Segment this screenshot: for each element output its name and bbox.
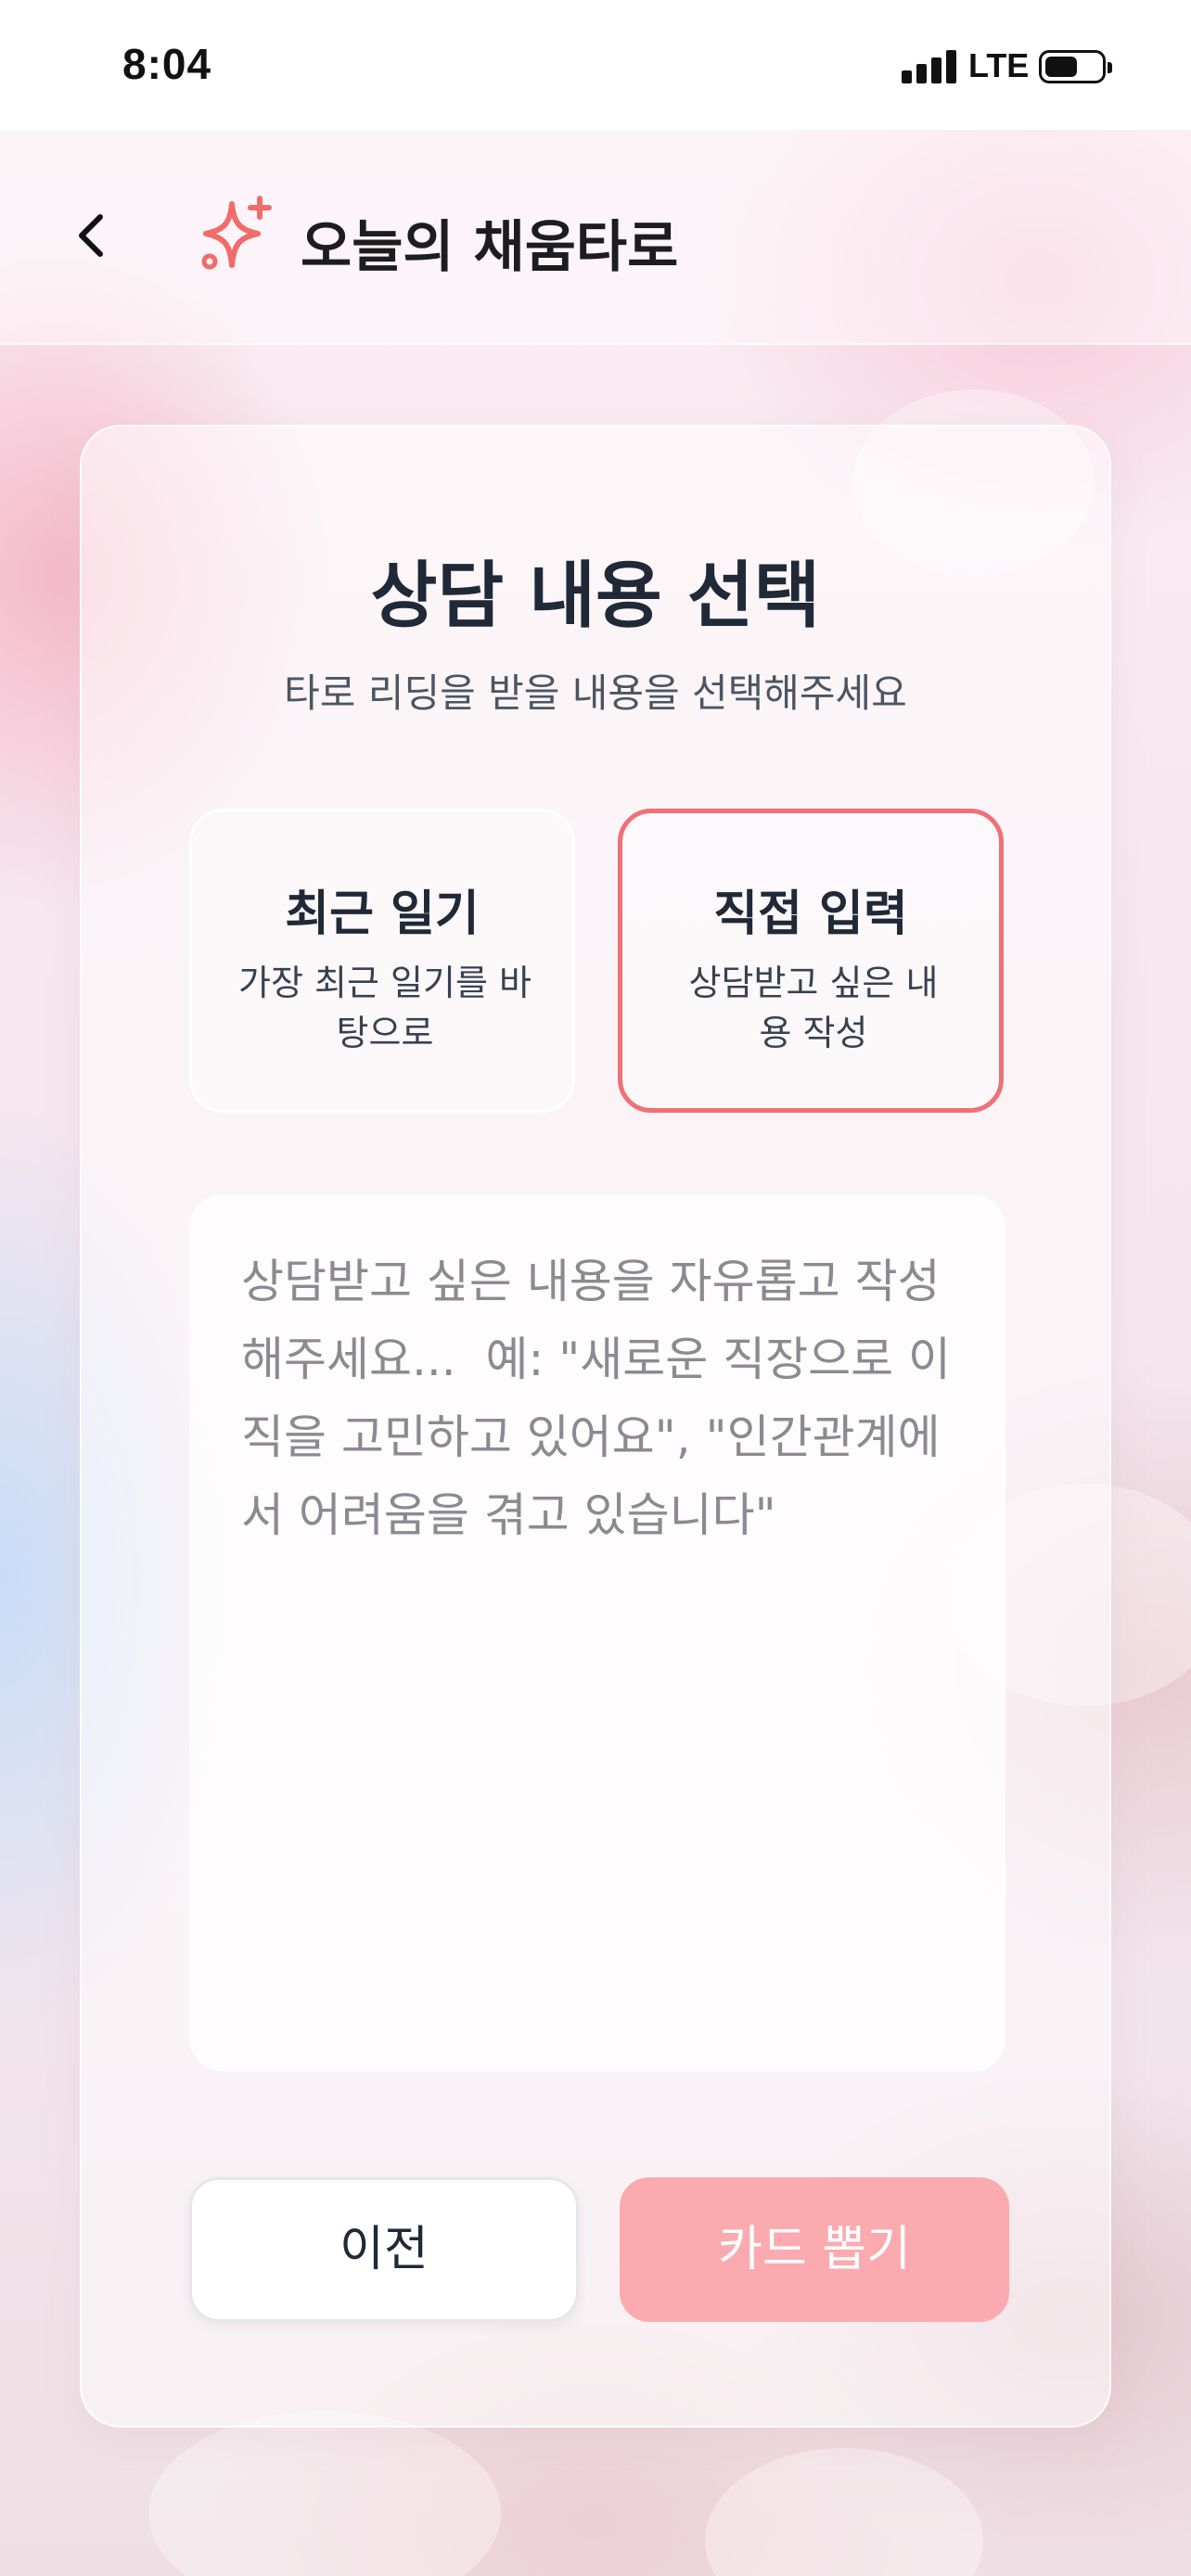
option-title: 최근 일기 <box>285 886 480 942</box>
option-direct-input[interactable]: 직접 입력 상담받고 싶은 내용 작성 <box>618 809 1004 1113</box>
option-recent-diary[interactable]: 최근 일기 가장 최근 일기를 바탕으로 <box>189 809 575 1113</box>
draw-cards-button[interactable]: 카드 뽑기 <box>620 2177 1009 2322</box>
status-bar: 8:04 LTE <box>0 0 1191 130</box>
signal-icon <box>902 48 959 83</box>
page-subtitle: 타로 리딩을 받을 내용을 선택해주세요 <box>284 670 907 716</box>
consultation-textarea[interactable] <box>189 1194 1005 2072</box>
back-button[interactable] <box>56 198 130 273</box>
page-title: 상담 내용 선택 <box>370 555 821 638</box>
status-time: 8:04 <box>122 40 212 88</box>
prev-button[interactable]: 이전 <box>189 2177 579 2322</box>
consultation-card: 상담 내용 선택 타로 리딩을 받을 내용을 선택해주세요 최근 일기 가장 최… <box>80 425 1111 2428</box>
sparkles-icon <box>195 195 276 276</box>
option-description: 가장 최근 일기를 바탕으로 <box>238 963 531 1053</box>
app-header: 오늘의 채움타로 <box>0 130 1191 345</box>
chevron-left-icon <box>79 214 103 257</box>
consultation-input-container <box>189 1194 1005 2072</box>
battery-icon <box>1039 50 1112 83</box>
option-title: 직접 입력 <box>713 886 908 942</box>
app-title: 오늘의 채움타로 <box>301 215 679 280</box>
network-type: LTE <box>968 46 1030 84</box>
option-description: 상담받고 싶은 내용 작성 <box>688 963 939 1053</box>
